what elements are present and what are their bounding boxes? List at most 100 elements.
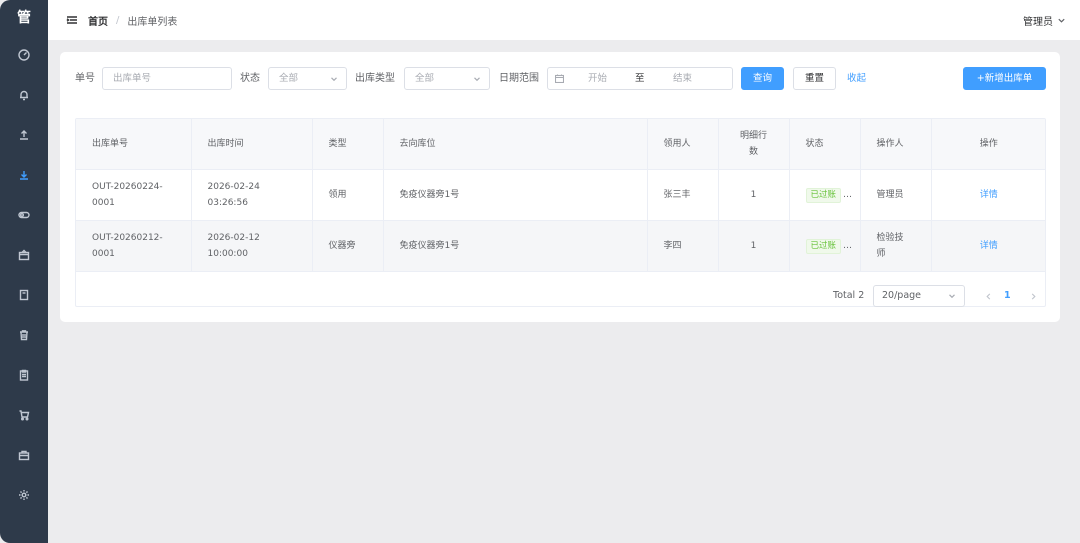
action-cell: 详情 [931, 169, 1045, 221]
upload-icon [20, 130, 28, 140]
user-menu[interactable]: 管理员 [1023, 13, 1066, 28]
clipboard-icon [19, 369, 29, 381]
total-count: Total 2 [833, 290, 865, 301]
order-no-cell: OUT-20260224-0001 [76, 169, 192, 221]
date-start-placeholder: 开始 [588, 73, 608, 84]
detail-link[interactable]: 详情 [980, 241, 998, 251]
type-cell: 领用 [312, 169, 384, 221]
action-cell: 详情 [931, 220, 1045, 272]
chevron-down-icon [949, 294, 955, 299]
breadcrumb-home[interactable]: 首页 [88, 13, 108, 28]
sidebar-item-disposal[interactable] [0, 320, 48, 350]
operator-cell: 管理员 [860, 169, 932, 221]
sidebar-item-inventory[interactable] [0, 240, 48, 270]
status-select-value: 全部 [279, 73, 299, 84]
column-header: 去向库位 [383, 119, 648, 170]
status-badge: 已过账 [805, 187, 842, 203]
page-size-value: 20/page [882, 290, 922, 301]
sidebar-item-suppliers[interactable] [0, 440, 48, 470]
briefcase-icon [18, 450, 30, 461]
status-label: 状态 [240, 73, 260, 84]
menu-fold-icon [66, 16, 77, 24]
sidebar-item-notifications[interactable] [0, 80, 48, 110]
column-header: 出库单号 [76, 119, 192, 170]
date-range-label: 日期范围 [499, 73, 539, 84]
status-cell: 已过账… [789, 169, 861, 221]
bell-icon [20, 90, 28, 101]
sidebar-item-inbound[interactable] [0, 120, 48, 150]
column-header: 操作 [931, 119, 1045, 170]
order-no-input[interactable]: 出库单号 [102, 67, 232, 90]
date-end-placeholder: 结束 [673, 73, 693, 84]
table-header-row: 出库单号 出库时间 类型 去向库位 领用人 明细行数 状态 操作人 操作 [76, 119, 1045, 170]
operator-cell: 检验技师 [860, 220, 932, 272]
trash-icon [20, 330, 28, 341]
app-logo: 管 [17, 10, 31, 26]
sidebar-item-records[interactable] [0, 280, 48, 310]
top-header: 首页 / 出库单列表 管理员 [48, 0, 1080, 40]
sidebar-item-checklist[interactable] [0, 360, 48, 390]
order-no-cell: OUT-20260212-0001 [76, 220, 192, 272]
lines-cell: 1 [718, 220, 790, 272]
toggle-icon [18, 211, 30, 219]
pagination: Total 2 20/page 1 [60, 285, 1060, 307]
chevron-down-icon [1058, 18, 1065, 23]
reset-button[interactable]: 重置 [793, 67, 836, 90]
column-header: 出库时间 [191, 119, 313, 170]
receiver-cell: 李四 [647, 220, 719, 272]
chevron-down-icon [474, 77, 480, 82]
breadcrumb-current: 出库单列表 [127, 16, 178, 28]
type-select-value: 全部 [415, 73, 435, 84]
calendar-icon [555, 74, 564, 83]
type-select[interactable]: 全部 [404, 67, 490, 90]
sidebar-item-settings[interactable] [0, 480, 48, 510]
cart-icon [19, 410, 30, 421]
download-icon [20, 171, 28, 180]
order-no-label: 单号 [75, 73, 95, 84]
column-header: 类型 [312, 119, 384, 170]
add-outbound-button[interactable]: +新增出库单 [963, 67, 1046, 90]
lines-cell: 1 [718, 169, 790, 221]
column-header: 状态 [789, 119, 861, 170]
order-no-placeholder: 出库单号 [113, 73, 152, 84]
breadcrumb: 首页 / 出库单列表 [88, 13, 177, 28]
sidebar-item-outbound[interactable] [0, 160, 48, 190]
location-cell: 免疫仪器旁1号 [383, 169, 648, 221]
sidebar-item-purchase[interactable] [0, 400, 48, 430]
dashboard-icon [18, 49, 30, 61]
outbound-table: 出库单号 出库时间 类型 去向库位 领用人 明细行数 状态 操作人 操作 OUT… [75, 118, 1046, 307]
sidebar: 管 [0, 0, 48, 543]
date-range-separator: 至 [635, 73, 645, 84]
prev-page-button[interactable] [981, 285, 995, 307]
column-header: 领用人 [647, 119, 719, 170]
date-range-picker[interactable]: 开始 至 结束 [547, 67, 733, 90]
sidebar-item-dashboard[interactable] [0, 40, 48, 70]
book-icon [19, 289, 29, 301]
query-button[interactable]: 查询 [741, 67, 784, 90]
chevron-right-icon [1031, 292, 1036, 300]
type-cell: 仪器旁 [312, 220, 384, 272]
column-header: 明细行数 [718, 119, 790, 170]
type-label: 出库类型 [355, 73, 395, 84]
page-size-select[interactable]: 20/page [873, 285, 965, 307]
box-icon [18, 249, 30, 261]
next-page-button[interactable] [1026, 285, 1040, 307]
detail-link[interactable]: 详情 [980, 190, 998, 200]
location-cell: 免疫仪器旁1号 [383, 220, 648, 272]
collapse-link[interactable]: 收起 [847, 67, 866, 90]
table-row[interactable]: OUT-20260224-0001 2026-02-24 03:26:56 领用… [76, 169, 1045, 221]
current-page[interactable]: 1 [1004, 285, 1011, 307]
menu-toggle-button[interactable] [66, 14, 78, 26]
user-name: 管理员 [1023, 17, 1053, 28]
column-header: 操作人 [860, 119, 932, 170]
table-row[interactable]: OUT-20260212-0001 2026-02-12 10:00:00 仪器… [76, 220, 1045, 272]
time-cell: 2026-02-24 03:26:56 [191, 169, 313, 221]
chevron-down-icon [331, 77, 337, 82]
status-ellipsis: … [843, 189, 853, 200]
status-select[interactable]: 全部 [268, 67, 347, 90]
time-cell: 2026-02-12 10:00:00 [191, 220, 313, 272]
sidebar-item-toggle[interactable] [0, 200, 48, 230]
chevron-left-icon [985, 292, 990, 300]
filter-bar: 单号 出库单号 状态 全部 出库类型 全部 日期范围 开始 至 结束 查询 重置… [60, 67, 1060, 91]
receiver-cell: 张三丰 [647, 169, 719, 221]
